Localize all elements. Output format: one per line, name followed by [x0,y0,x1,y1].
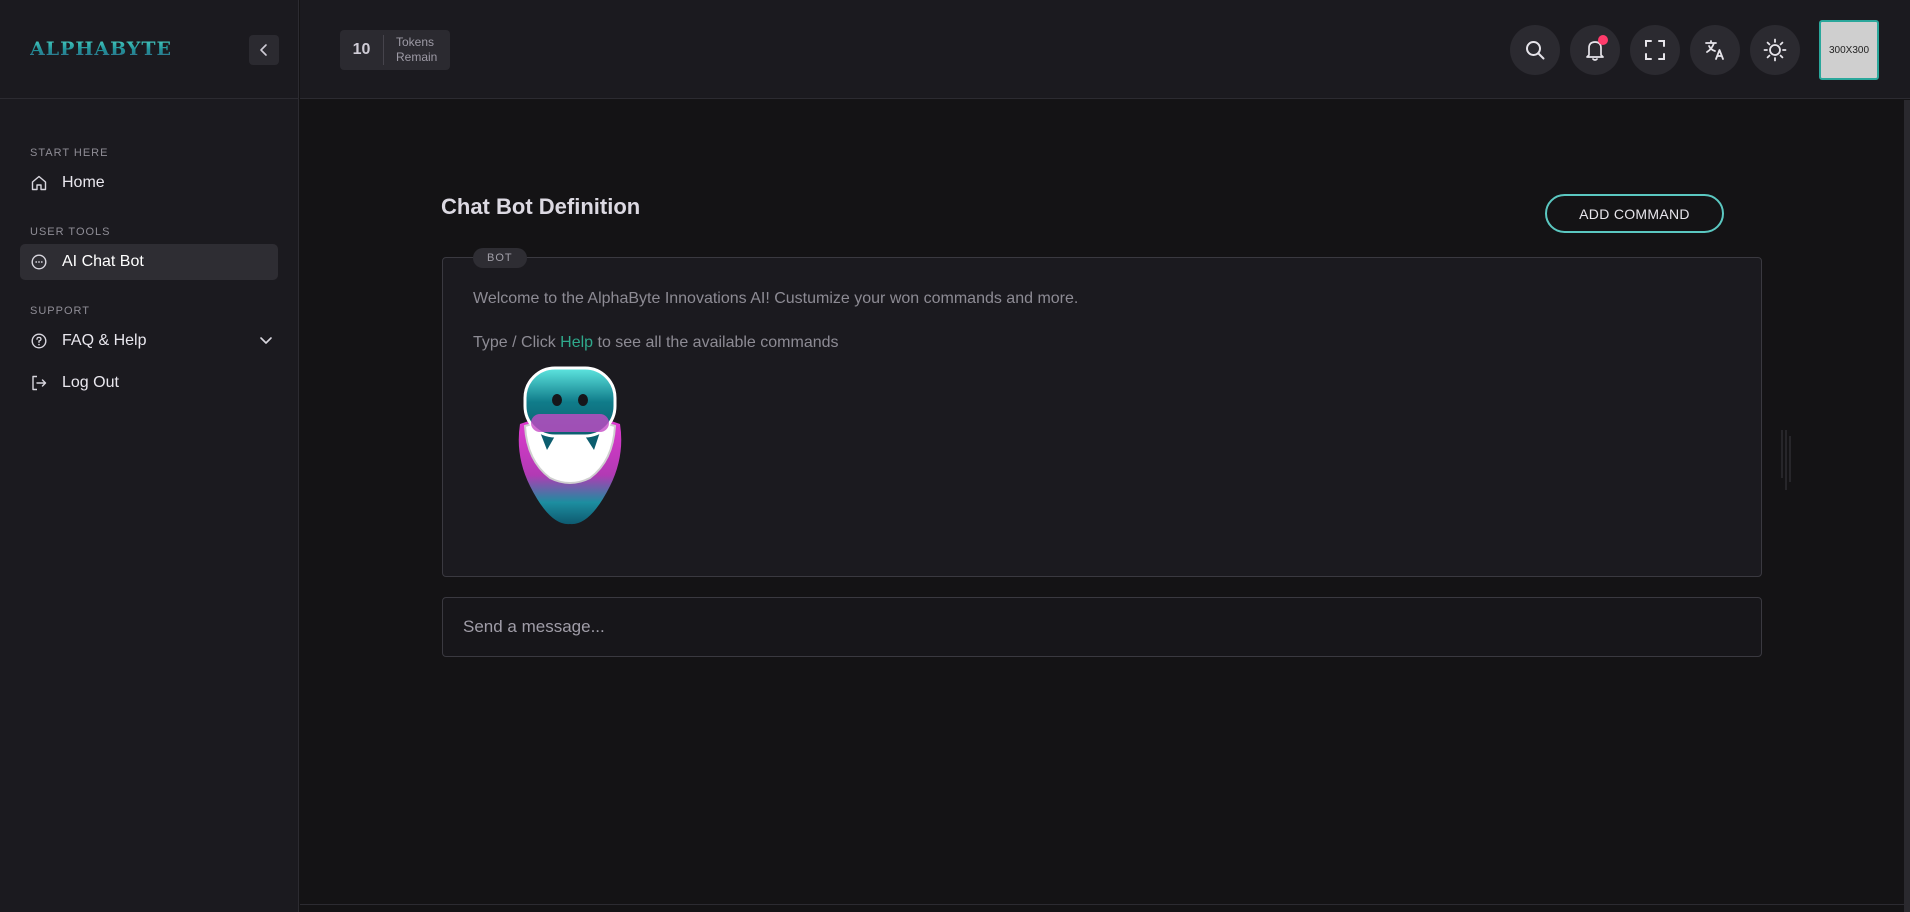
section-title-start-here: START HERE [30,147,109,159]
sidebar-item-faq-help[interactable]: FAQ & Help [20,323,278,359]
logout-icon [30,374,48,392]
sidebar-item-log-out[interactable]: Log Out [20,365,278,401]
section-title-user-tools: USER TOOLS [30,226,111,238]
sidebar-item-home[interactable]: Home [20,165,278,201]
tokens-count: 10 [340,35,384,65]
tokens-badge: 10 Tokens Remain [340,30,450,70]
fullscreen-icon [1645,40,1665,60]
notification-dot [1598,35,1608,45]
avatar[interactable]: 300X300 [1819,20,1879,80]
message-input[interactable] [463,617,1761,637]
section-title-support: SUPPORT [30,305,90,317]
sidebar: ALPHABYTE START HERE Home USER TOOLS AI … [0,0,299,912]
home-icon [30,174,48,192]
bottom-divider [300,904,1904,905]
tokens-label-line1: Tokens [396,35,435,49]
add-command-button[interactable]: ADD COMMAND [1545,194,1724,233]
sidebar-nav: START HERE Home USER TOOLS AI Chat Bot S… [0,147,298,401]
help-message: Type / Click Help to see all the availab… [473,334,839,352]
help-circle-icon [30,332,48,350]
help-suffix: to see all the available commands [593,334,839,351]
sidebar-item-label: AI Chat Bot [62,253,144,270]
bot-tag: BOT [473,248,527,268]
fullscreen-button[interactable] [1630,25,1680,75]
resize-handle[interactable] [1780,430,1792,495]
welcome-message: Welcome to the AlphaByte Innovations AI!… [473,290,1079,307]
sidebar-item-label: Log Out [62,374,119,391]
page-title: Chat Bot Definition [441,194,641,219]
main-scrollbar[interactable] [1904,100,1910,912]
translate-button[interactable] [1690,25,1740,75]
tokens-label: Tokens Remain [384,35,437,65]
search-button[interactable] [1510,25,1560,75]
chat-panel: BOT Welcome to the AlphaByte Innovations… [442,248,1762,577]
theme-toggle-button[interactable] [1750,25,1800,75]
collapse-sidebar-button[interactable] [249,35,279,65]
notifications-button[interactable] [1570,25,1620,75]
chat-icon [30,253,48,271]
tokens-label-line2: Remain [396,50,438,64]
brand-logo[interactable]: ALPHABYTE [30,38,172,60]
help-link[interactable]: Help [560,334,593,351]
top-header: 10 Tokens Remain 300X300 [300,0,1910,99]
sidebar-item-label: Home [62,174,105,191]
message-input-wrapper [442,597,1762,657]
chevron-left-icon [260,44,267,56]
help-prefix: Type / Click [473,334,561,351]
sidebar-item-label: FAQ & Help [62,332,147,349]
sun-icon [1763,38,1787,62]
sidebar-item-ai-chat-bot[interactable]: AI Chat Bot [20,244,278,280]
chevron-down-icon[interactable] [258,332,274,353]
bot-mascot-image [505,366,635,531]
translate-icon [1705,40,1724,60]
search-icon [1526,41,1545,60]
brand-area: ALPHABYTE [0,0,298,99]
